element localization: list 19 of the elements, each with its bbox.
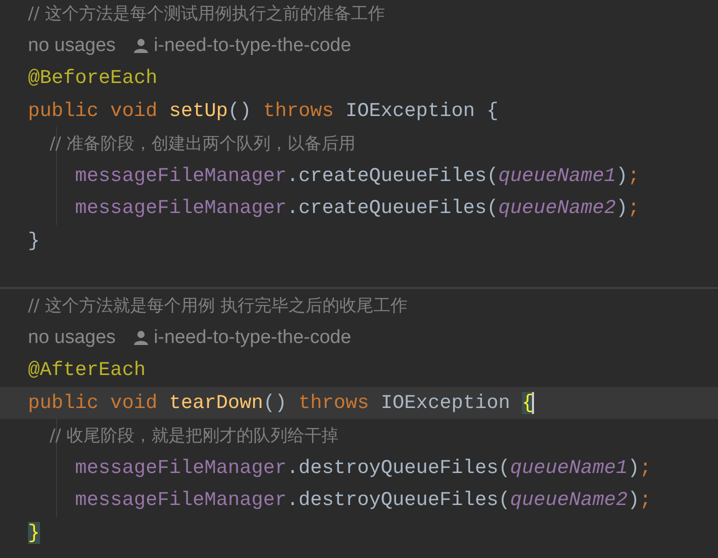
code-line: @BeforeEach: [28, 67, 158, 90]
code-line: messageFileManager.destroyQueueFiles(queueName2);: [74, 489, 652, 512]
code-line: public void tearDown() throws IOException {: [28, 392, 534, 414]
code-comment: // 收尾阶段，就是把刚才的队列给干掉: [48, 424, 338, 447]
code-line: messageFileManager.createQueueFiles(queueName2);: [74, 197, 640, 220]
code-line: }: [28, 230, 40, 252]
code-comment: // 这个方法就是每个用例 执行完毕之后的收尾工作: [28, 294, 408, 317]
code-line: public void setUp() throws IOException {: [28, 100, 498, 122]
code-line: messageFileManager.destroyQueueFiles(queueName1);: [74, 456, 652, 479]
code-line: messageFileManager.createQueueFiles(queueName1);: [74, 164, 640, 187]
usages-hint[interactable]: no usages: [28, 34, 116, 57]
code-line: @AfterEach: [28, 359, 146, 382]
person-icon: [134, 330, 148, 346]
author-hint[interactable]: i-need-to-type-the-code: [154, 326, 352, 349]
code-comment: // 这个方法是每个测试用例执行之前的准备工作: [28, 2, 385, 25]
person-icon: [134, 38, 148, 54]
code-comment: // 准备阶段，创建出两个队列，以备后用: [48, 132, 356, 155]
usages-hint[interactable]: no usages: [28, 326, 116, 349]
author-hint[interactable]: i-need-to-type-the-code: [154, 34, 352, 57]
